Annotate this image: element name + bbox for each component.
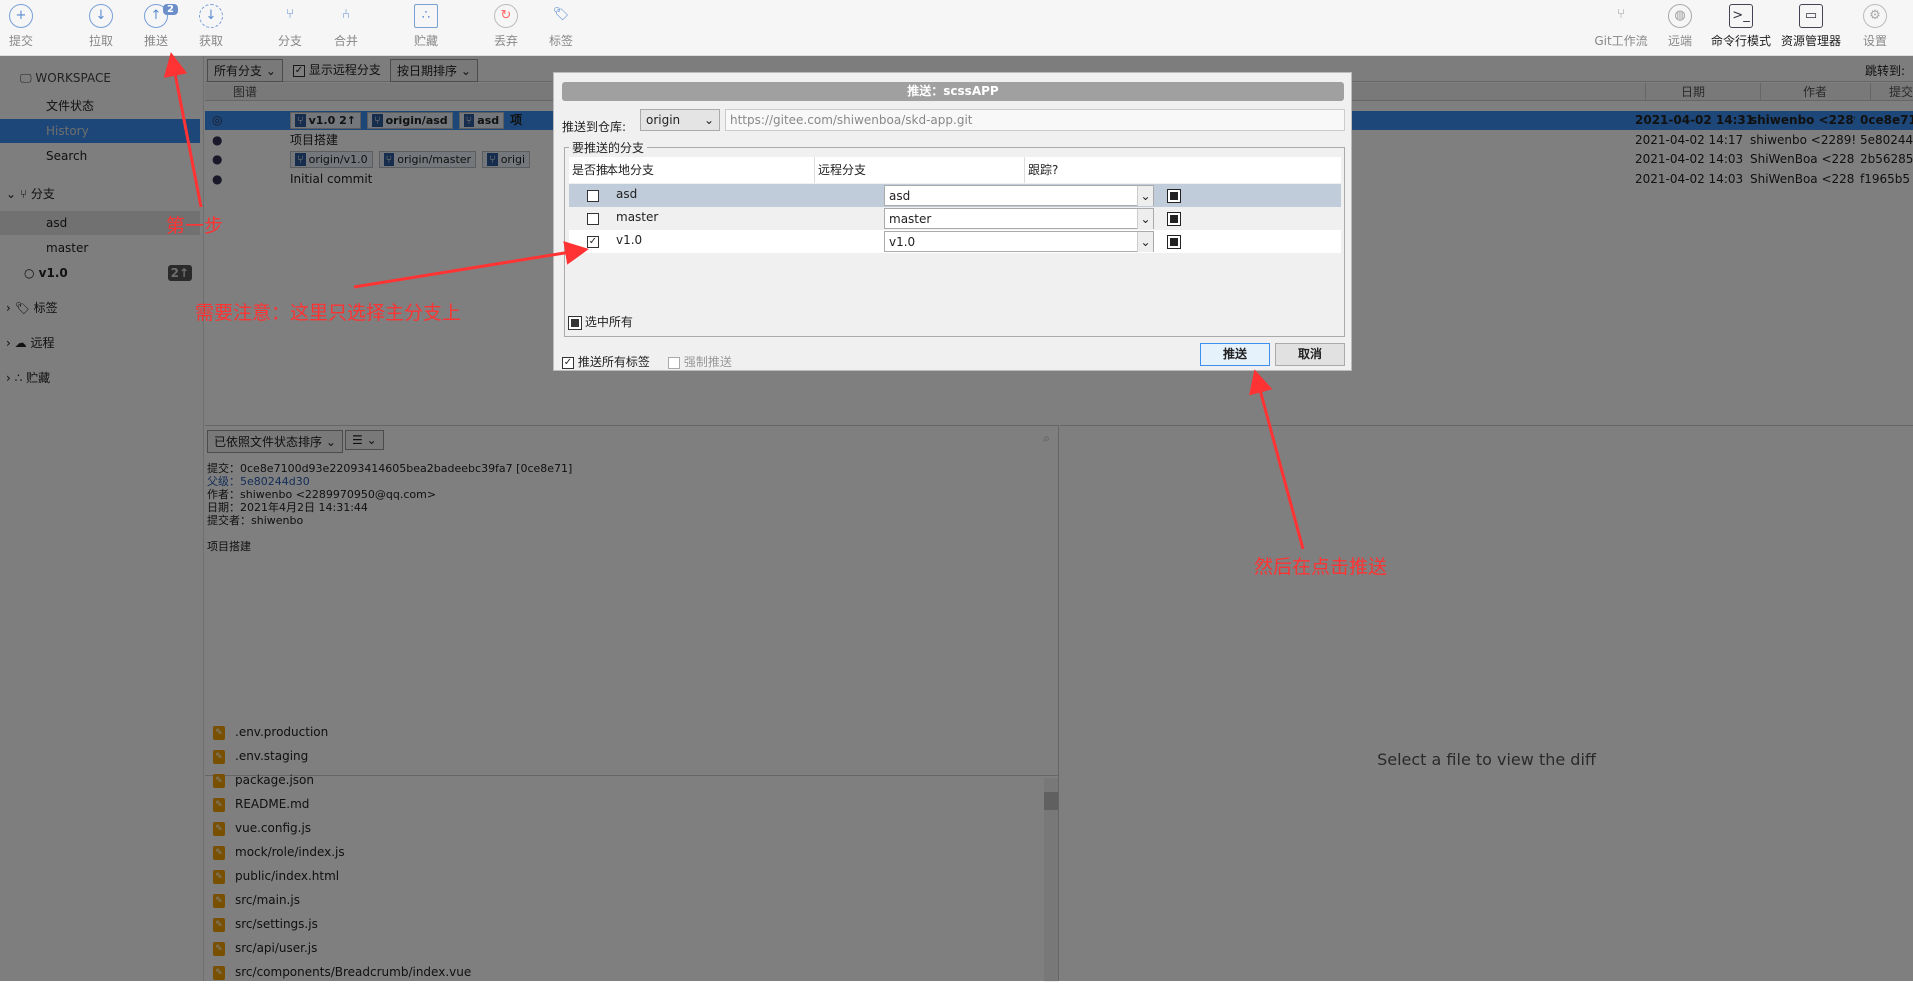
annotation-step1: 第一步 [166, 215, 224, 237]
arrow-to-push-confirm [1249, 369, 1305, 550]
annotation-then-push: 然后在点击推送 [1254, 556, 1388, 578]
annotation-arrows [163, 52, 1305, 550]
arrow-to-v1-checkbox [353, 241, 589, 289]
annotation-note: 需要注意：这里只选择主分支上 [195, 302, 462, 324]
arrow-to-push [163, 52, 203, 208]
